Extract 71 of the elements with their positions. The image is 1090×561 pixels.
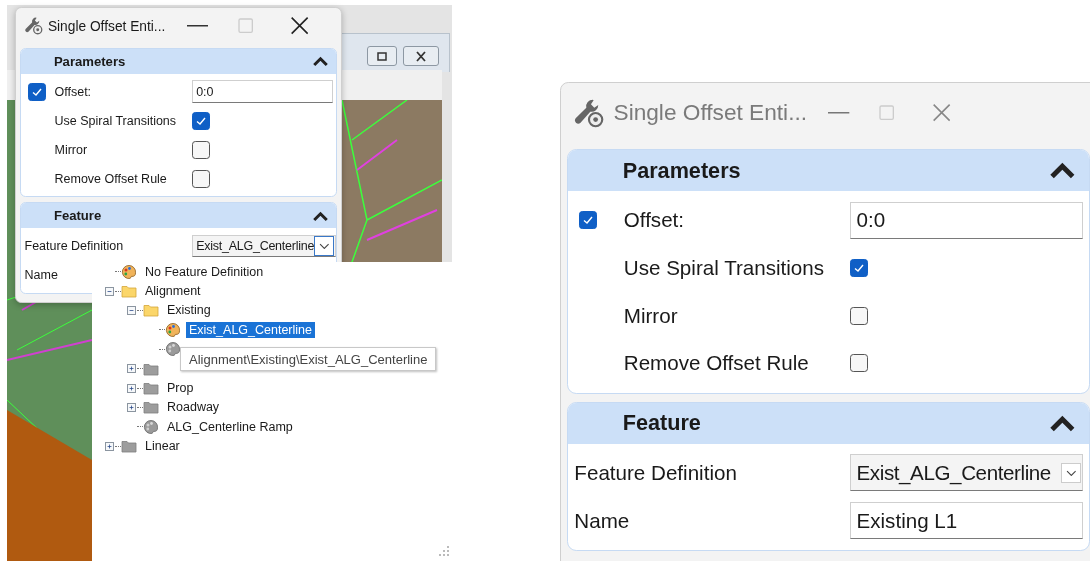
offset-field[interactable]: 0:0 (850, 201, 1084, 239)
tree-item[interactable]: Linear (142, 438, 183, 455)
close-button[interactable] (403, 46, 439, 66)
checkbox[interactable] (850, 306, 869, 325)
palette-icon (121, 263, 137, 280)
tree-item[interactable]: Prop (164, 380, 197, 397)
chevron-up-icon (1050, 160, 1075, 181)
palette-icon (165, 321, 181, 338)
checkbox[interactable] (192, 140, 210, 159)
dropdown-arrow-button[interactable] (1060, 462, 1081, 483)
expand-icon[interactable] (104, 441, 114, 451)
chevron-up-icon (312, 55, 328, 68)
field-label: Offset: (54, 84, 92, 99)
tree-item[interactable]: ALG_Centerline Ramp (164, 418, 296, 435)
checkbox[interactable] (850, 354, 869, 373)
checkbox[interactable] (192, 169, 210, 188)
name-field[interactable]: Existing L1 (850, 502, 1084, 540)
dropdown-arrow-button[interactable] (314, 235, 335, 256)
close-icon (414, 50, 428, 62)
restore-button[interactable] (367, 46, 397, 66)
checkbox[interactable] (579, 211, 598, 230)
resize-grip-icon[interactable] (438, 545, 450, 557)
field-label: Use Spiral Transitions (623, 255, 825, 280)
chevron-down-icon (1065, 469, 1077, 477)
tree-item[interactable]: Exist_ALG_Centerline (186, 321, 315, 338)
tree-item[interactable]: Roadway (164, 399, 223, 416)
close-button[interactable] (289, 15, 311, 37)
field-label: Use Spiral Transitions (54, 113, 177, 128)
section-header[interactable]: Parameters (20, 49, 337, 74)
chevron-up-icon (1050, 413, 1075, 434)
close-icon (931, 102, 953, 124)
tree-item[interactable]: Existing (164, 302, 214, 319)
window-title: Single Offset Enti... (47, 18, 166, 34)
field-label: Name (24, 267, 58, 282)
window-title: Single Offset Enti... (613, 99, 808, 127)
expand-icon[interactable] (126, 364, 136, 374)
field-label: Offset: (623, 208, 685, 233)
minimize-icon (828, 112, 850, 114)
close-icon (289, 15, 311, 37)
field-label: Name (574, 508, 630, 533)
checkbox[interactable] (192, 111, 210, 130)
wrench-gear-icon (23, 16, 43, 36)
expand-icon[interactable] (126, 383, 136, 393)
feature-definition-dropdown[interactable]: Exist_ALG_Centerline (192, 234, 337, 258)
field-label: Remove Offset Rule (623, 351, 809, 376)
chevron-up-icon (312, 209, 328, 222)
field-label: Feature Definition (574, 460, 737, 485)
tree-item[interactable]: Alignment (142, 283, 204, 300)
folder-icon (143, 302, 159, 319)
chevron-down-icon (318, 242, 330, 250)
checkbox[interactable] (850, 258, 869, 277)
checkbox[interactable] (27, 82, 46, 101)
field-label: Remove Offset Rule (54, 171, 167, 186)
palette-icon (143, 418, 159, 435)
palette-icon (165, 341, 181, 358)
minimize-icon (186, 25, 208, 27)
tooltip: Alignment\Existing\Exist_ALG_Centerline (180, 347, 437, 371)
expand-icon[interactable] (126, 402, 136, 412)
field-label: Mirror (623, 303, 678, 328)
collapse-icon[interactable] (104, 286, 114, 296)
collapse-icon[interactable] (126, 305, 136, 315)
folder-icon (121, 283, 137, 300)
restore-icon (375, 50, 389, 62)
offset-field[interactable]: 0:0 (192, 80, 333, 103)
field-label: Mirror (54, 142, 88, 157)
section-header[interactable]: Parameters (568, 149, 1090, 192)
section-header[interactable]: Feature (568, 402, 1090, 444)
feature-definition-dropdown[interactable]: Exist_ALG_Centerline (850, 454, 1084, 492)
tree-item[interactable]: No Feature Definition (142, 263, 267, 280)
field-label: Feature Definition (24, 238, 124, 253)
section-header[interactable]: Feature (20, 203, 337, 229)
